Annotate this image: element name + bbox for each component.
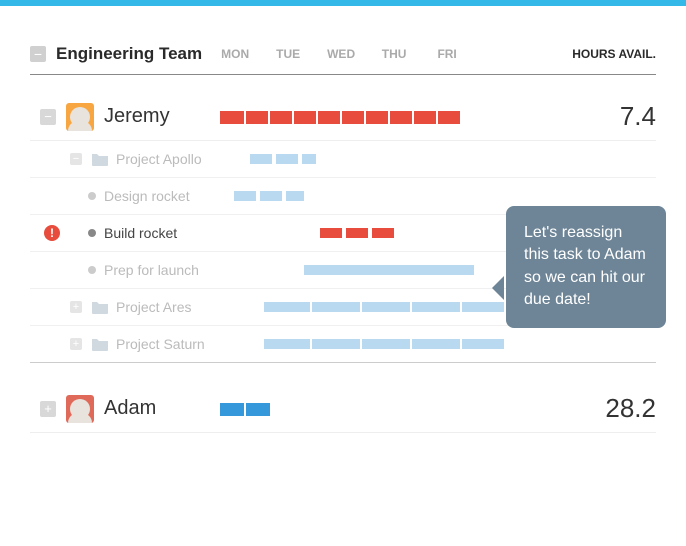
person-name-adam[interactable]: Adam	[104, 397, 216, 420]
folder-icon	[92, 300, 108, 314]
main-panel: − Engineering Team MON TUE WED THU FRI H…	[0, 6, 686, 433]
task-dot-icon	[88, 229, 96, 237]
task-bar-prep[interactable]	[220, 264, 470, 276]
hours-jeremy: 7.4	[586, 101, 656, 132]
day-fri: FRI	[432, 47, 462, 61]
team-header: − Engineering Team MON TUE WED THU FRI H…	[30, 6, 656, 75]
person-row-jeremy: − Jeremy 7.4	[30, 75, 656, 141]
task-bar-build[interactable]	[220, 227, 470, 239]
avatar-jeremy[interactable]	[66, 103, 94, 131]
tooltip-text: Let's reassign this task to Adam so we c…	[524, 224, 646, 308]
person-row-adam: + Adam 28.2	[30, 363, 656, 433]
hours-adam: 28.2	[586, 393, 656, 424]
project-collapse-apollo[interactable]: −	[70, 153, 82, 165]
day-mon: MON	[220, 47, 250, 61]
person-collapse-adam[interactable]: +	[40, 401, 56, 417]
task-name-ares: Project Ares	[116, 299, 250, 315]
project-collapse-saturn[interactable]: +	[70, 338, 82, 350]
day-tue: TUE	[273, 47, 303, 61]
task-bar-ares[interactable]	[250, 301, 500, 313]
alert-icon[interactable]: !	[44, 225, 60, 241]
team-collapse-toggle[interactable]: −	[30, 46, 46, 62]
day-thu: THU	[379, 47, 409, 61]
team-name: Engineering Team	[56, 44, 202, 64]
task-dot-icon	[88, 266, 96, 274]
task-name-build: Build rocket	[104, 225, 220, 241]
task-bar-design[interactable]	[220, 190, 470, 202]
reassign-tooltip: Let's reassign this task to Adam so we c…	[506, 206, 666, 328]
project-collapse-ares[interactable]: +	[70, 301, 82, 313]
task-name-design: Design rocket	[104, 188, 220, 204]
task-bar-apollo[interactable]	[250, 153, 500, 165]
day-wed: WED	[326, 47, 356, 61]
task-dot-icon	[88, 192, 96, 200]
day-headers: MON TUE WED THU FRI	[220, 47, 572, 61]
workload-bar-jeremy[interactable]	[220, 108, 470, 126]
folder-icon	[92, 337, 108, 351]
task-row-saturn[interactable]: + Project Saturn	[30, 326, 656, 363]
workload-bar-adam[interactable]	[220, 400, 470, 418]
task-name-apollo: Project Apollo	[116, 151, 250, 167]
task-row-apollo[interactable]: − Project Apollo	[30, 141, 656, 178]
person-collapse-jeremy[interactable]: −	[40, 109, 56, 125]
folder-icon	[92, 152, 108, 166]
task-name-prep: Prep for launch	[104, 262, 220, 278]
person-name-jeremy[interactable]: Jeremy	[104, 105, 216, 128]
task-bar-saturn[interactable]	[250, 338, 500, 350]
task-name-saturn: Project Saturn	[116, 336, 250, 352]
avatar-adam[interactable]	[66, 395, 94, 423]
hours-avail-label: HOURS AVAIL.	[572, 47, 656, 61]
